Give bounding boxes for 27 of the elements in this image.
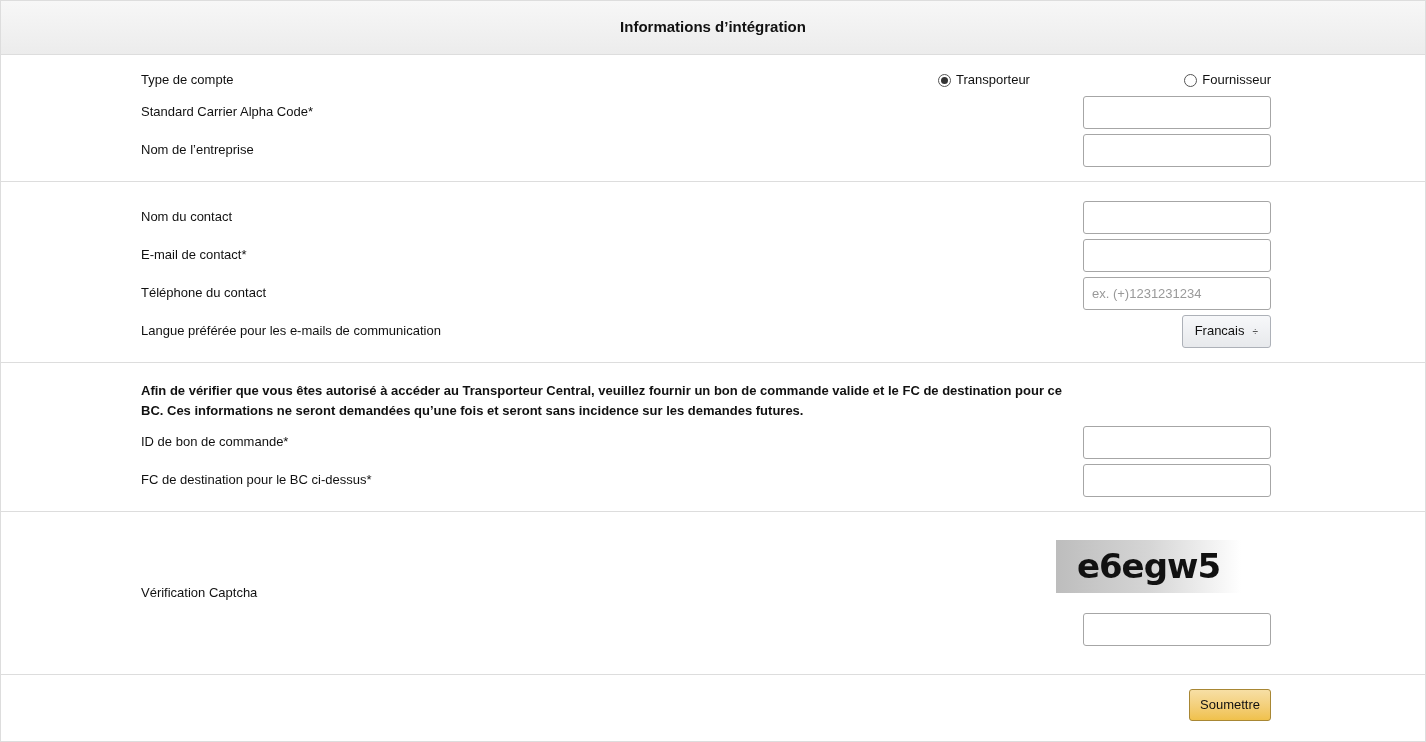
field-label: Type de compte [141, 71, 234, 90]
field-label: Langue préférée pour les e-mails de communication [141, 322, 441, 341]
info-paragraph: Afin de vérifier que vous êtes autorisé à accéder au Transporteur Central, veuillez fournir un bon de commande valide et le FC de destination pour ce BC. Ces informations ne seront demandées qu’une fois et seront sans incidence sur les demandes futures. [141, 382, 1064, 420]
language-select[interactable]: Francais ÷ [1181, 314, 1271, 348]
radio-button[interactable] [938, 73, 951, 87]
field-label: FC de destination pour le BC ci-dessus* [141, 471, 372, 490]
field-label: Standard Carrier Alpha Code* [141, 103, 313, 122]
field-label: Téléphone du contact [141, 284, 267, 303]
input-field[interactable] [1083, 200, 1271, 234]
input-field[interactable] [1083, 133, 1271, 167]
field-label: E-mail de contact* [141, 246, 247, 265]
radio-button[interactable] [1184, 73, 1198, 87]
field-label: Vérification Captcha [141, 584, 258, 603]
field-label: Nom du contact [141, 208, 233, 227]
input-field[interactable] [1083, 238, 1271, 272]
submit-button[interactable]: Soumettre [1189, 689, 1271, 721]
input-field[interactable] [1083, 425, 1271, 459]
field-label: Nom de l’entreprise [141, 141, 254, 160]
input-field[interactable] [1083, 613, 1271, 646]
radio-label: Fournisseur [1202, 71, 1271, 90]
input-field[interactable] [1083, 95, 1271, 129]
radio-label: Transporteur [956, 71, 1030, 90]
sort-icon: ÷ [1252, 323, 1258, 339]
input-field[interactable]: ex. (+)1231231234 [1083, 276, 1271, 310]
field-label: ID de bon de commande* [141, 433, 289, 452]
page-title: Informations d’intégration [620, 17, 806, 38]
input-field[interactable] [1083, 463, 1271, 497]
